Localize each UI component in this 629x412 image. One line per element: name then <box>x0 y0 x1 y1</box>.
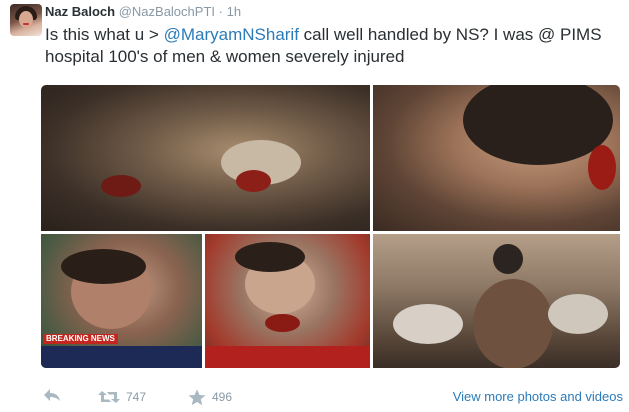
news-ticker <box>205 346 370 368</box>
photo-detail-bed <box>548 294 608 334</box>
retweet-count: 747 <box>126 390 147 404</box>
author-name[interactable]: Naz Baloch <box>45 4 115 19</box>
photo-detail-blood <box>265 314 300 332</box>
photo-injured-woman-news[interactable] <box>205 234 370 368</box>
star-icon <box>188 389 206 405</box>
retweet-icon <box>98 391 120 403</box>
photo-detail-blood <box>101 175 141 197</box>
retweet-button[interactable]: 747 <box>98 387 146 407</box>
media-collage[interactable]: BREAKING NEWS <box>41 85 620 368</box>
photo-injured-man-on-ground[interactable] <box>41 85 370 231</box>
author-avatar[interactable] <box>10 4 42 36</box>
photo-hospital-ward[interactable] <box>373 234 620 368</box>
favorite-button[interactable]: 496 <box>188 387 232 407</box>
photo-detail-hair <box>61 249 146 284</box>
favorite-count: 496 <box>212 390 233 404</box>
view-more-media-link[interactable]: View more photos and videos <box>453 389 623 404</box>
photo-detail-person <box>493 244 523 274</box>
photo-detail-hair <box>235 242 305 272</box>
tweet-text: Is this what u > @MaryamNSharif call wel… <box>45 24 620 68</box>
mention-link[interactable]: @MaryamNSharif <box>164 25 299 44</box>
reply-button[interactable] <box>43 387 61 403</box>
photo-detail-blood <box>588 145 616 190</box>
author-handle[interactable]: @NazBalochPTI <box>119 4 215 19</box>
avatar-face <box>19 11 33 28</box>
tweet-time[interactable]: 1h <box>227 4 241 19</box>
avatar-lips <box>23 23 29 25</box>
news-ticker <box>41 346 202 368</box>
tweet-header: Naz Baloch @NazBalochPTI · 1h <box>45 4 241 20</box>
time-separator: · <box>218 4 223 19</box>
reply-icon <box>44 389 60 401</box>
photo-detail-blood <box>236 170 271 192</box>
tweet-text-part-1: Is this what u > <box>45 25 164 44</box>
photo-injured-face-closeup[interactable] <box>373 85 620 231</box>
photo-detail-bed <box>393 304 463 344</box>
photo-injured-man-news[interactable]: BREAKING NEWS <box>41 234 202 368</box>
photo-detail-person <box>473 279 553 368</box>
breaking-news-tag: BREAKING NEWS <box>43 334 118 344</box>
